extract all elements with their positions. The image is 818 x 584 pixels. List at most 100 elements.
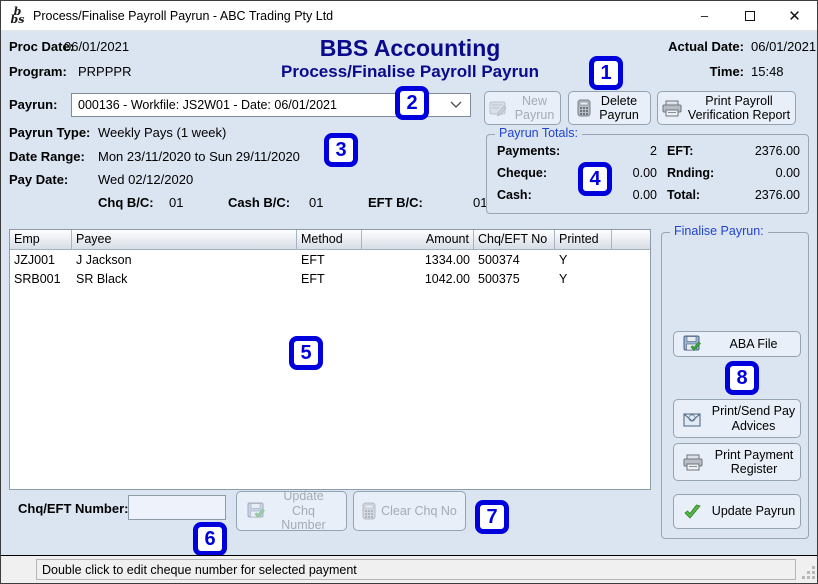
update-chq-icon — [247, 502, 266, 520]
date-range-value: Mon 23/11/2020 to Sun 29/11/2020 — [98, 149, 300, 164]
status-message: Double click to edit cheque number for s… — [36, 559, 796, 580]
update-chq-number-button[interactable]: Update Chq Number — [236, 491, 347, 531]
window-title: Process/Finalise Payroll Payrun - ABC Tr… — [33, 9, 682, 23]
cash-bc-label: Cash B/C: — [228, 195, 290, 210]
col-header-method[interactable]: Method — [297, 230, 362, 249]
payrun-totals-group: Payrun Totals: Payments: 2 EFT: 2376.00 … — [486, 134, 809, 214]
annotation-2: 2 — [395, 86, 429, 120]
resize-grip-icon[interactable] — [802, 566, 815, 579]
print-send-pay-advices-label: Print/Send Pay Advices — [707, 404, 800, 433]
payrun-label: Payrun: — [9, 97, 57, 112]
cell-printed: Y — [555, 272, 612, 288]
cell-emp: JZJ001 — [10, 253, 72, 269]
green-check-icon — [683, 504, 702, 520]
annotation-6: 6 — [193, 522, 227, 556]
annotation-7: 7 — [475, 500, 509, 534]
payments-table[interactable]: Emp Payee Method Amount Chq/EFT No Print… — [9, 229, 651, 490]
app-icon: bbs — [9, 7, 26, 24]
annotation-5: 5 — [289, 336, 323, 370]
print-icon — [683, 454, 703, 471]
annotation-4: 4 — [578, 162, 612, 196]
title-bar: bbs Process/Finalise Payroll Payrun - AB… — [1, 1, 817, 31]
chq-eft-number-input[interactable] — [128, 495, 226, 520]
clear-chq-no-button[interactable]: Clear Chq No — [353, 491, 466, 531]
aba-file-label: ABA File — [707, 337, 800, 351]
delete-payrun-icon — [577, 99, 591, 117]
update-payrun-button[interactable]: Update Payrun — [673, 494, 801, 529]
col-header-payee[interactable]: Payee — [72, 230, 297, 249]
pay-date-label: Pay Date: — [9, 172, 68, 187]
cell-payee: SR Black — [72, 272, 297, 288]
table-row[interactable]: SRB001 SR Black EFT 1042.00 500375 Y — [10, 272, 650, 288]
clear-chq-icon — [362, 502, 376, 520]
col-header-chq[interactable]: Chq/EFT No — [474, 230, 555, 249]
new-payrun-icon — [489, 100, 508, 117]
payments-label: Payments: — [497, 144, 585, 158]
pay-date-value: Wed 02/12/2020 — [98, 172, 193, 187]
total-value: 2376.00 — [723, 188, 800, 202]
eft-value: 2376.00 — [723, 144, 800, 158]
aba-file-button[interactable]: ABA File — [673, 331, 801, 357]
payrun-type-label: Payrun Type: — [9, 125, 90, 140]
col-header-filler — [612, 230, 650, 249]
col-header-emp[interactable]: Emp — [10, 230, 72, 249]
cheque-label: Cheque: — [497, 166, 585, 180]
print-payment-register-label: Print Payment Register — [708, 448, 800, 477]
time-value: 15:48 — [751, 64, 784, 79]
delete-payrun-label: Delete Payrun — [596, 94, 642, 123]
table-row[interactable]: JZJ001 J Jackson EFT 1334.00 500374 Y — [10, 253, 650, 269]
aba-file-icon — [683, 335, 702, 353]
print-payment-register-button[interactable]: Print Payment Register — [673, 443, 801, 481]
annotation-1: 1 — [589, 56, 623, 90]
print-verification-label: Print Payroll Verification Report — [687, 94, 791, 123]
print-send-pay-advices-button[interactable]: Print/Send Pay Advices — [673, 399, 801, 438]
update-payrun-label: Update Payrun — [707, 504, 800, 518]
cell-method: EFT — [297, 272, 362, 288]
close-icon[interactable]: ✕ — [772, 1, 817, 30]
time-label: Time: — [666, 64, 744, 79]
cell-emp: SRB001 — [10, 272, 72, 288]
payrun-type-value: Weekly Pays (1 week) — [98, 125, 226, 140]
annotation-3: 3 — [324, 133, 358, 167]
cell-method: EFT — [297, 253, 362, 269]
clear-chq-no-label: Clear Chq No — [381, 504, 457, 518]
minimize-icon[interactable]: – — [682, 1, 727, 30]
payments-value: 2 — [585, 144, 657, 158]
eft-bc-label: EFT B/C: — [368, 195, 423, 210]
new-payrun-label: New Payrun — [513, 94, 557, 123]
chevron-down-icon — [450, 101, 462, 109]
chq-eft-number-label: Chq/EFT Number: — [18, 501, 129, 516]
col-header-amount[interactable]: Amount — [362, 230, 474, 249]
new-payrun-button[interactable]: New Payrun — [484, 91, 561, 125]
actual-date-label: Actual Date: — [666, 39, 744, 54]
finalise-payrun-title: Finalise Payrun: — [670, 224, 768, 238]
date-range-label: Date Range: — [9, 149, 85, 164]
cash-bc-value: 01 — [309, 195, 323, 210]
actual-date-value: 06/01/2021 — [751, 39, 816, 54]
chq-bc-value: 01 — [169, 195, 183, 210]
col-header-printed[interactable]: Printed — [555, 230, 612, 249]
chq-bc-label: Chq B/C: — [98, 195, 154, 210]
annotation-8: 8 — [725, 361, 759, 395]
payrun-totals-title: Payrun Totals: — [495, 126, 582, 140]
rnding-value: 0.00 — [723, 166, 800, 180]
update-chq-number-label: Update Chq Number — [271, 489, 337, 532]
payments-table-header: Emp Payee Method Amount Chq/EFT No Print… — [10, 230, 650, 250]
total-label: Total: — [657, 188, 723, 202]
print-verification-button[interactable]: Print Payroll Verification Report — [657, 91, 796, 125]
maximize-icon[interactable] — [727, 1, 772, 30]
eft-label: EFT: — [657, 144, 723, 158]
cell-printed: Y — [555, 253, 612, 269]
cash-label: Cash: — [497, 188, 585, 202]
cell-chq: 500374 — [474, 253, 555, 269]
cell-amount: 1334.00 — [362, 253, 474, 269]
payrun-select-value: 000136 - Workfile: JS2W01 - Date: 06/01/… — [78, 98, 337, 112]
print-icon — [662, 100, 682, 117]
delete-payrun-button[interactable]: Delete Payrun — [568, 91, 651, 125]
cell-amount: 1042.00 — [362, 272, 474, 288]
mail-icon — [683, 411, 702, 427]
cell-chq: 500375 — [474, 272, 555, 288]
rnding-label: Rnding: — [657, 166, 723, 180]
cell-payee: J Jackson — [72, 253, 297, 269]
status-bar: Double click to edit cheque number for s… — [1, 555, 818, 583]
